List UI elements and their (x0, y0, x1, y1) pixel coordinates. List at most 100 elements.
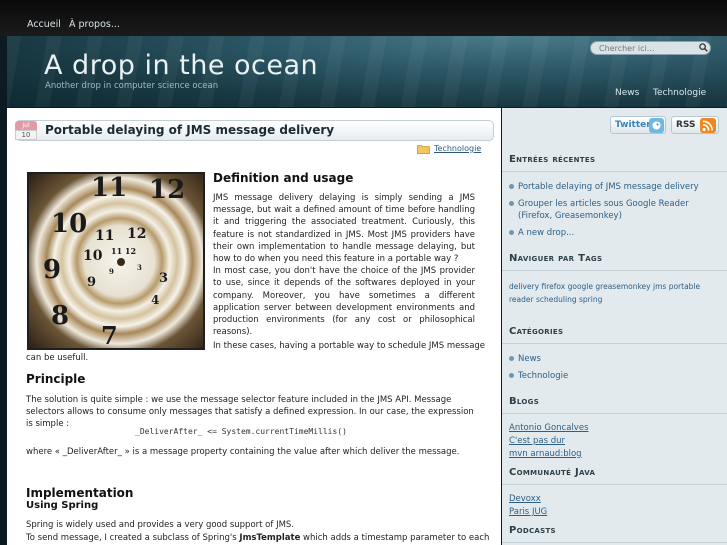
sidebar: Twitter RSS Entrées récentes Portable de… (502, 108, 727, 545)
divider (502, 484, 727, 485)
svg-text:11: 11 (91, 174, 127, 203)
tag-link[interactable]: delivery (509, 282, 539, 291)
svg-text:3: 3 (137, 263, 142, 272)
tag-link[interactable]: greasemonkey (595, 282, 650, 291)
svg-text:12: 12 (149, 175, 185, 205)
bullet-icon (509, 230, 514, 235)
svg-text:11: 11 (95, 228, 114, 244)
rss-label: RSS (676, 120, 696, 130)
category-item[interactable]: Technologie (509, 370, 719, 382)
community-link[interactable]: Devoxx (509, 494, 541, 504)
bullet-icon (509, 184, 514, 189)
svg-text:9: 9 (87, 275, 96, 290)
svg-text:11 12: 11 12 (111, 246, 136, 256)
svg-text:8: 8 (51, 301, 69, 331)
site-header: A drop in the ocean Another drop in comp… (7, 36, 727, 107)
definition-text-2: In most case, you don't have the choice … (213, 266, 475, 338)
twitter-bird-icon (649, 118, 664, 133)
categories-heading: Catégories (509, 326, 564, 337)
divider (502, 270, 727, 271)
spring-text-c: which adds a timestamp parameter to each (300, 533, 490, 543)
recent-post-link[interactable]: Portable delaying of JMS message deliver… (518, 182, 699, 192)
category-item[interactable]: News (509, 353, 719, 365)
definition-paragraph: JMS message delivery delaying is simply … (213, 192, 475, 338)
blog-link[interactable]: mvn arnaud:blog (509, 449, 582, 459)
header-nav-technologie[interactable]: Technologie (653, 88, 706, 98)
useful-text: can be usefull. (26, 353, 89, 363)
recent-post-item[interactable]: A new drop... (509, 227, 719, 239)
spiral-clock-image: 11 12 10 9 8 7 11 12 10 9 3 4 11 12 9 3 (27, 172, 205, 350)
bullet-icon (509, 356, 514, 361)
nav-about-link[interactable]: À propos... (69, 19, 120, 30)
svg-text:10: 10 (83, 248, 103, 264)
implementation-heading: Implementation (26, 486, 134, 500)
post-title[interactable]: Portable delaying of JMS message deliver… (45, 123, 334, 137)
bullet-icon (509, 201, 514, 206)
tag-link[interactable]: scheduling (536, 295, 577, 304)
blog-link[interactable]: Antonio Goncalves (509, 423, 589, 433)
recent-post-link[interactable]: Grouper les articles sous Google Reader … (518, 199, 689, 221)
recent-post-item[interactable]: Grouper les articles sous Google Reader … (509, 198, 719, 222)
nav-home-link[interactable]: Accueil (27, 19, 61, 30)
svg-text:7: 7 (101, 321, 118, 348)
bullet-icon (509, 373, 514, 378)
main-content: Jul 10 Portable delaying of JMS message … (7, 108, 501, 545)
post-category-link[interactable]: Technologie (434, 144, 481, 153)
twitter-label: Twitter (615, 120, 651, 130)
community-link[interactable]: Paris JUG (509, 507, 547, 517)
svg-text:3: 3 (159, 271, 168, 286)
code-expression: _DeliverAfter_ <= System.currentTimeMill… (135, 427, 347, 436)
top-navigation: Accueil À propos... (0, 0, 727, 36)
svg-text:9: 9 (43, 255, 61, 285)
tag-link[interactable]: portable (669, 282, 700, 291)
category-link[interactable]: News (518, 354, 541, 364)
definition-heading: Definition and usage (213, 171, 354, 185)
tag-link[interactable]: google (568, 282, 593, 291)
tags-heading: Naviguer par Tags (509, 253, 603, 264)
spiral-clock-drawing: 11 12 10 9 8 7 11 12 10 9 3 4 11 12 9 3 (43, 174, 185, 348)
post-date-month: Jul (15, 121, 37, 130)
spring-paragraph-2: To send message, I created a subclass of… (26, 533, 489, 543)
principle-paragraph: The solution is quite simple : we use th… (26, 395, 474, 430)
post-date-badge: Jul 10 (15, 121, 37, 140)
recent-post-item[interactable]: Portable delaying of JMS message deliver… (509, 181, 719, 193)
jmstemplate-term: JmsTemplate (239, 533, 301, 543)
rss-feed-icon (700, 118, 716, 133)
where-paragraph: where « _DeliverAfter_ » is a message pr… (26, 447, 460, 457)
svg-text:4: 4 (151, 293, 159, 307)
svg-text:12: 12 (127, 226, 146, 242)
recent-posts-heading: Entrées récentes (509, 154, 596, 165)
divider (502, 542, 727, 543)
search-input[interactable] (590, 41, 711, 55)
rss-button[interactable]: RSS (671, 116, 719, 134)
twitter-button[interactable]: Twitter (610, 116, 666, 134)
java-community-heading: Communauté Java (509, 467, 596, 478)
tag-link[interactable]: jms (653, 282, 666, 291)
cases-paragraph: In these cases, having a portable way to… (213, 341, 486, 351)
tag-link[interactable]: spring (579, 295, 602, 304)
blog-link[interactable]: C'est pas dur (509, 436, 565, 446)
divider (502, 343, 727, 344)
recent-post-link[interactable]: A new drop... (518, 228, 574, 238)
svg-text:9: 9 (109, 267, 114, 276)
folder-icon (417, 145, 430, 154)
tag-link[interactable]: firefox (542, 282, 566, 291)
using-spring-heading: Using Spring (26, 500, 99, 511)
principle-heading: Principle (26, 372, 86, 386)
blogs-heading: Blogs (509, 396, 540, 407)
site-title[interactable]: A drop in the ocean (44, 50, 318, 81)
post-date-day: 10 (15, 130, 37, 140)
svg-text:10: 10 (51, 209, 87, 239)
podcasts-heading: Podcasts (509, 525, 556, 536)
category-link[interactable]: Technologie (518, 371, 568, 381)
spring-text-a: To send message, I created a subclass of… (26, 533, 240, 543)
definition-text: JMS message delivery delaying is simply … (213, 193, 475, 265)
divider (502, 171, 727, 172)
site-subtitle: Another drop in computer science ocean (45, 81, 219, 91)
spring-paragraph: Spring is widely used and provides a ver… (26, 520, 295, 530)
tag-link[interactable]: reader (509, 295, 534, 304)
header-nav-news[interactable]: News (615, 88, 639, 98)
search-icon[interactable] (699, 43, 708, 52)
divider (502, 413, 727, 414)
tag-cloud: delivery firefox google greasemonkey jms… (509, 280, 723, 306)
